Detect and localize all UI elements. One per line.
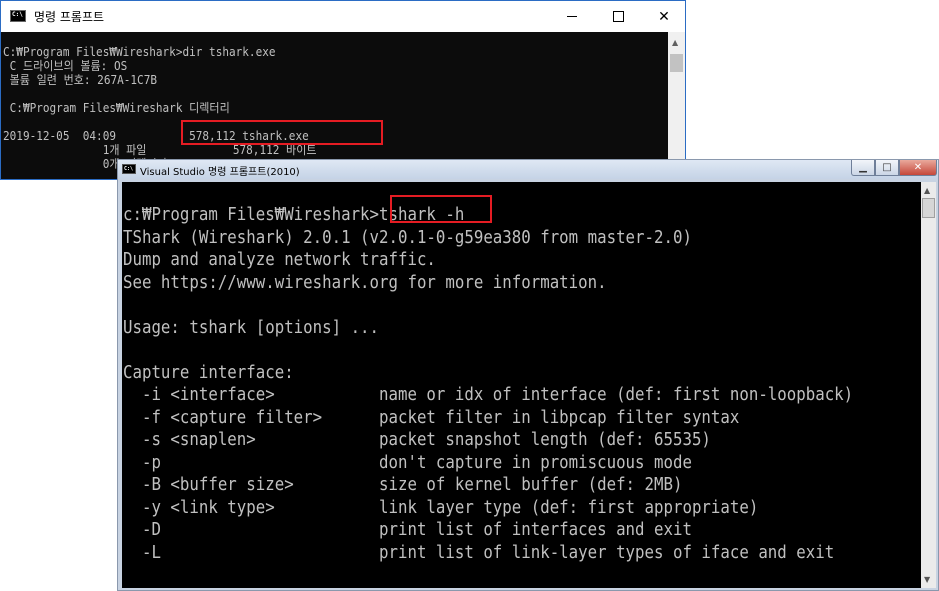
maximize-button[interactable] [595, 1, 641, 32]
scrollbar-thumb[interactable] [670, 54, 683, 72]
console-line: See https://www.wireshark.org for more i… [123, 272, 607, 293]
console-line: Dump and analyze network traffic. [123, 250, 436, 270]
console-icon-label: C:\ [12, 11, 23, 18]
console-line: C 드라이브의 볼륨: OS [3, 59, 128, 73]
cmd-titlebar[interactable]: C:\ 명령 프롬프트 ✕ [1, 1, 685, 32]
console-app-icon: C:\ [122, 164, 136, 174]
console-line: Usage: tshark [options] ... [123, 317, 380, 338]
scroll-up-arrow-icon[interactable]: ▲ [672, 38, 678, 47]
console-line: -f <capture filter> packet filter in lib… [123, 407, 740, 428]
minimize-button[interactable]: ▁ [851, 160, 875, 176]
scroll-down-arrow-icon[interactable]: ▼ [924, 575, 930, 584]
maximize-icon: □ [882, 162, 892, 173]
close-button[interactable]: ✕ [641, 1, 685, 32]
console-line: -y <link type> link layer type (def: fir… [123, 497, 759, 518]
close-icon: ✕ [913, 162, 923, 173]
vs-cmd-window-title: Visual Studio 명령 프롬프트(2010) [140, 167, 300, 178]
vs-cmd-window: C:\ Visual Studio 명령 프롬프트(2010) ▁ □ ✕ c:… [117, 159, 939, 591]
console-line: 볼륨 일련 번호: 267A-1C7B [3, 73, 157, 87]
cmd-window: C:\ 명령 프롬프트 ✕ C:₩Program Files₩Wireshark… [0, 0, 686, 180]
console-icon-label: C:\ [124, 166, 134, 172]
minimize-button[interactable] [549, 1, 595, 32]
console-line: C:₩Program Files₩Wireshark>dir tshark.ex… [3, 45, 276, 59]
console-line: -i <interface> name or idx of interface … [123, 385, 854, 405]
console-line: C:₩Program Files₩Wireshark 디렉터리 [3, 101, 230, 115]
vs-cmd-console-output[interactable]: c:₩Program Files₩Wireshark>tshark -h TSh… [122, 182, 921, 588]
scrollbar-thumb[interactable] [922, 198, 935, 218]
console-line: -B <buffer size> size of kernel buffer (… [123, 475, 683, 495]
minimize-icon [567, 16, 577, 17]
console-line: 1개 파일 578,112 바이트 [3, 143, 317, 157]
minimize-icon: ▁ [859, 162, 867, 173]
maximize-button[interactable]: □ [875, 160, 899, 176]
scroll-up-arrow-icon[interactable]: ▲ [924, 186, 930, 195]
maximize-icon [612, 11, 624, 22]
console-app-icon: C:\ [10, 10, 26, 22]
cmd-scrollbar[interactable]: ▲ [668, 32, 685, 179]
console-line: -p don't capture in promiscuous mode [123, 452, 692, 473]
close-button[interactable]: ✕ [899, 160, 937, 176]
console-line: Capture interface: [123, 362, 294, 383]
console-line: -L print list of link-layer types of ifa… [123, 542, 835, 563]
console-line: -s <snaplen> packet snapshot length (def… [123, 430, 711, 450]
close-icon: ✕ [658, 8, 670, 25]
cmd-window-title: 명령 프롬프트 [34, 10, 105, 24]
highlight-box-tshark-h [390, 195, 492, 223]
highlight-box-tshark-exe [181, 120, 383, 145]
vs-cmd-titlebar[interactable]: C:\ Visual Studio 명령 프롬프트(2010) ▁ □ ✕ [118, 160, 938, 179]
console-line: TShark (Wireshark) 2.0.1 (v2.0.1-0-g59ea… [123, 227, 692, 248]
vs-cmd-scrollbar[interactable]: ▲ ▼ [921, 182, 936, 588]
cmd-console-output[interactable]: C:₩Program Files₩Wireshark>dir tshark.ex… [1, 32, 669, 179]
console-line: -D print list of interfaces and exit [123, 520, 692, 540]
